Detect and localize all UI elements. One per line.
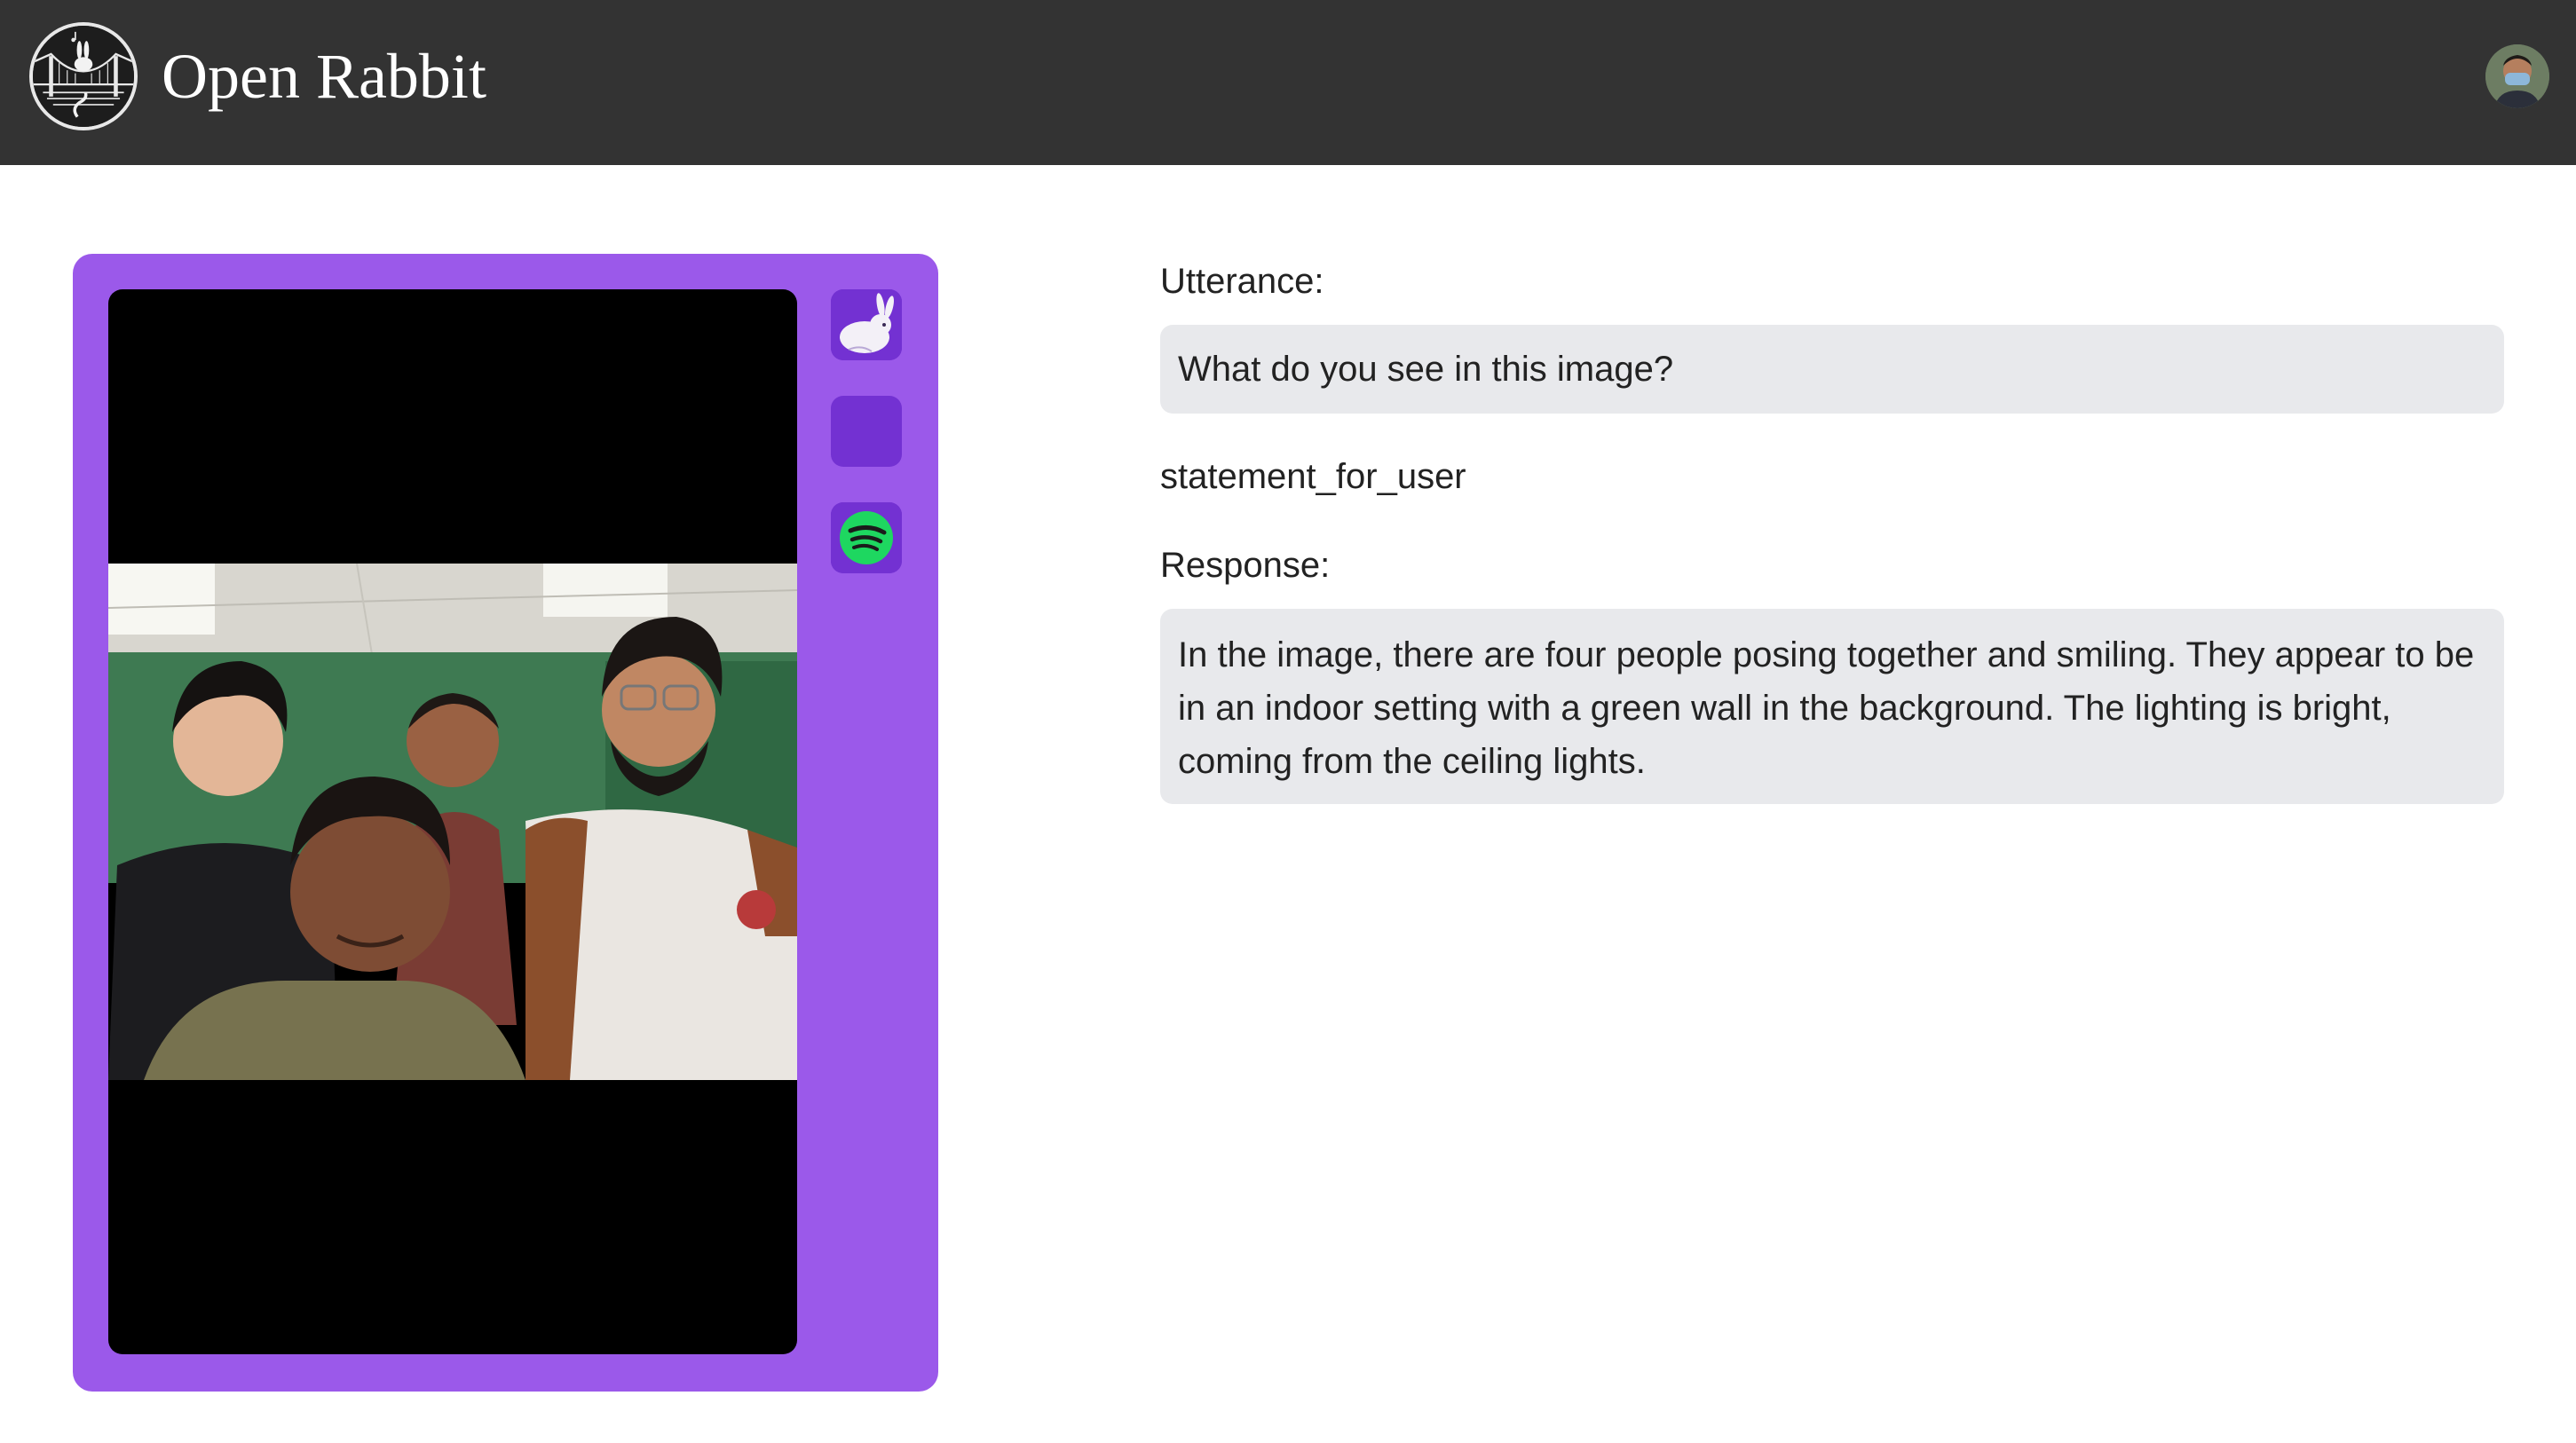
app-title: Open Rabbit bbox=[162, 41, 486, 112]
response-label: Response: bbox=[1160, 546, 1331, 585]
device-panel bbox=[73, 254, 938, 1392]
rabbit-icon[interactable] bbox=[831, 289, 902, 360]
statement-label: statement_for_user bbox=[1160, 457, 1466, 496]
spotify-icon[interactable] bbox=[831, 502, 902, 573]
blank-button[interactable] bbox=[831, 396, 902, 467]
utterance-label: Utterance: bbox=[1160, 262, 1324, 301]
response-box: In the image, there are four people posi… bbox=[1160, 609, 2504, 804]
top-bar: Open Rabbit bbox=[0, 0, 2576, 165]
device-screen bbox=[108, 289, 797, 1354]
camera-image bbox=[108, 564, 797, 1080]
rabbit-bridge-logo-icon[interactable] bbox=[29, 22, 138, 130]
utterance-box: What do you see in this image? bbox=[1160, 325, 2504, 414]
user-avatar-icon[interactable] bbox=[2485, 44, 2549, 108]
